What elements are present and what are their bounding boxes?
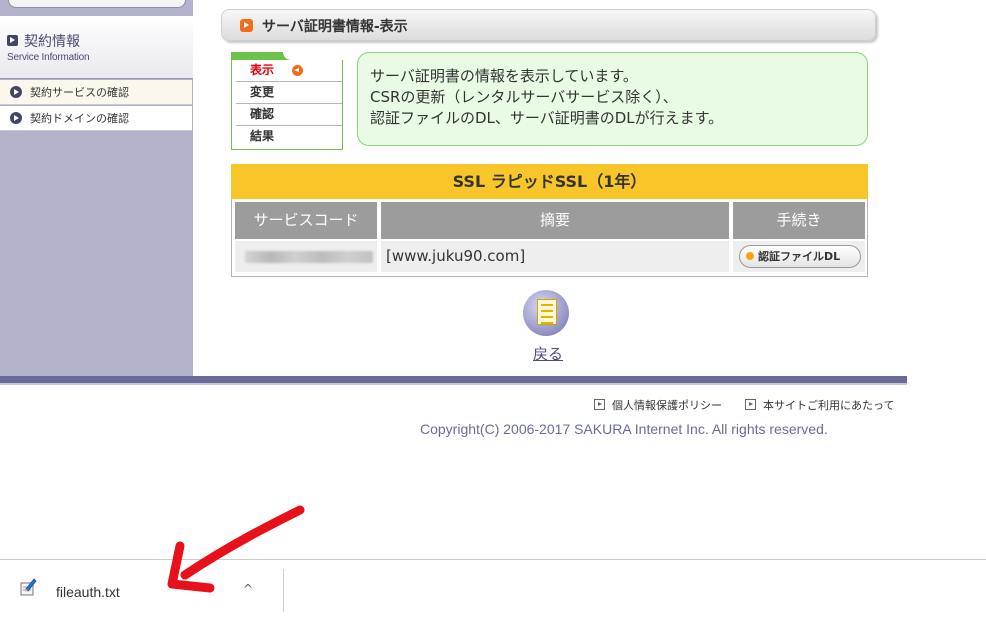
text-file-icon: [20, 578, 37, 596]
arrow-square-icon: [240, 19, 253, 32]
sidebar: 契約情報 Service Information 契約サービスの確認 契約ドメイ…: [0, 0, 193, 377]
step-edit: 変更: [236, 82, 342, 104]
ssl-table-title: SSL ラピッドSSL（1年）: [231, 164, 868, 199]
sidebar-item-label: 契約サービスの確認: [30, 86, 129, 99]
chevron-up-icon[interactable]: ^: [243, 582, 253, 596]
footer-link-privacy-policy[interactable]: 個人情報保護ポリシー: [594, 397, 722, 413]
copyright-text: Copyright(C) 2006-2017 SAKURA Internet I…: [420, 421, 828, 437]
info-line: 認証ファイルのDL、サーバ証明書のDLが行えます。: [370, 109, 724, 127]
section-arrow-icon: [7, 35, 18, 46]
cell-service-code: [235, 241, 377, 272]
cell-summary: [www.juku90.com]: [381, 241, 729, 272]
sidebar-section-subtitle: Service Information: [7, 52, 90, 63]
page-title-bar: サーバ証明書情報-表示: [221, 9, 876, 41]
column-header-summary: 摘要: [381, 202, 729, 239]
footer-link-label: 本サイトご利用にあたって: [763, 399, 895, 412]
download-bar-separator: [283, 569, 284, 612]
circle-arrow-icon: [10, 86, 22, 98]
back-document-icon[interactable]: [523, 290, 569, 336]
sidebar-item-domain-check[interactable]: 契約ドメインの確認: [0, 106, 192, 131]
link-arrow-icon: [594, 399, 605, 410]
step-label: 確認: [250, 107, 275, 121]
circle-arrow-icon: [10, 112, 22, 124]
sidebar-section-header: 契約情報 Service Information: [0, 16, 193, 79]
info-line: サーバ証明書の情報を表示しています。: [370, 67, 638, 85]
step-display: 表示: [236, 60, 342, 82]
step-label: 表示: [250, 63, 275, 77]
column-header-action: 手続き: [733, 202, 865, 239]
document-icon: [537, 299, 557, 325]
step-label: 結果: [250, 129, 275, 143]
page-title: サーバ証明書情報-表示: [262, 19, 408, 35]
sidebar-top-tab: [8, 0, 186, 8]
step-result: 結果: [236, 126, 342, 147]
button-label: 認証ファイルDL: [758, 250, 841, 263]
footer-divider: [0, 376, 907, 385]
footer-link-label: 個人情報保護ポリシー: [612, 399, 722, 412]
current-step-arrow-icon: [292, 65, 303, 76]
ssl-table: サービスコード 摘要 手続き [www.juku90.com] 認証ファイルDL: [231, 199, 868, 277]
step-label: 変更: [250, 85, 275, 99]
step-indicator: 表示 変更 確認 結果: [231, 52, 343, 150]
browser-download-bar: fileauth.txt ^: [0, 559, 986, 621]
step-confirm: 確認: [236, 104, 342, 126]
footer-link-site-terms[interactable]: 本サイトご利用にあたって: [745, 397, 894, 413]
info-line: CSRの更新（レンタルサーバサービス除く）、: [370, 88, 678, 106]
download-file-name[interactable]: fileauth.txt: [56, 584, 120, 600]
auth-file-download-button[interactable]: 認証ファイルDL: [739, 245, 861, 268]
back-link[interactable]: 戻る: [533, 343, 563, 364]
sidebar-item-label: 契約ドメインの確認: [30, 112, 129, 125]
button-dot-icon: [746, 252, 754, 260]
redacted-service-code: [245, 251, 373, 263]
info-message-box: サーバ証明書の情報を表示しています。 CSRの更新（レンタルサーバサービス除く）…: [357, 52, 868, 146]
sidebar-section-title: 契約情報: [24, 34, 80, 50]
sidebar-item-service-check[interactable]: 契約サービスの確認: [0, 80, 192, 105]
link-arrow-icon: [745, 399, 756, 410]
column-header-service-code: サービスコード: [235, 202, 377, 239]
cell-action: 認証ファイルDL: [733, 241, 865, 272]
